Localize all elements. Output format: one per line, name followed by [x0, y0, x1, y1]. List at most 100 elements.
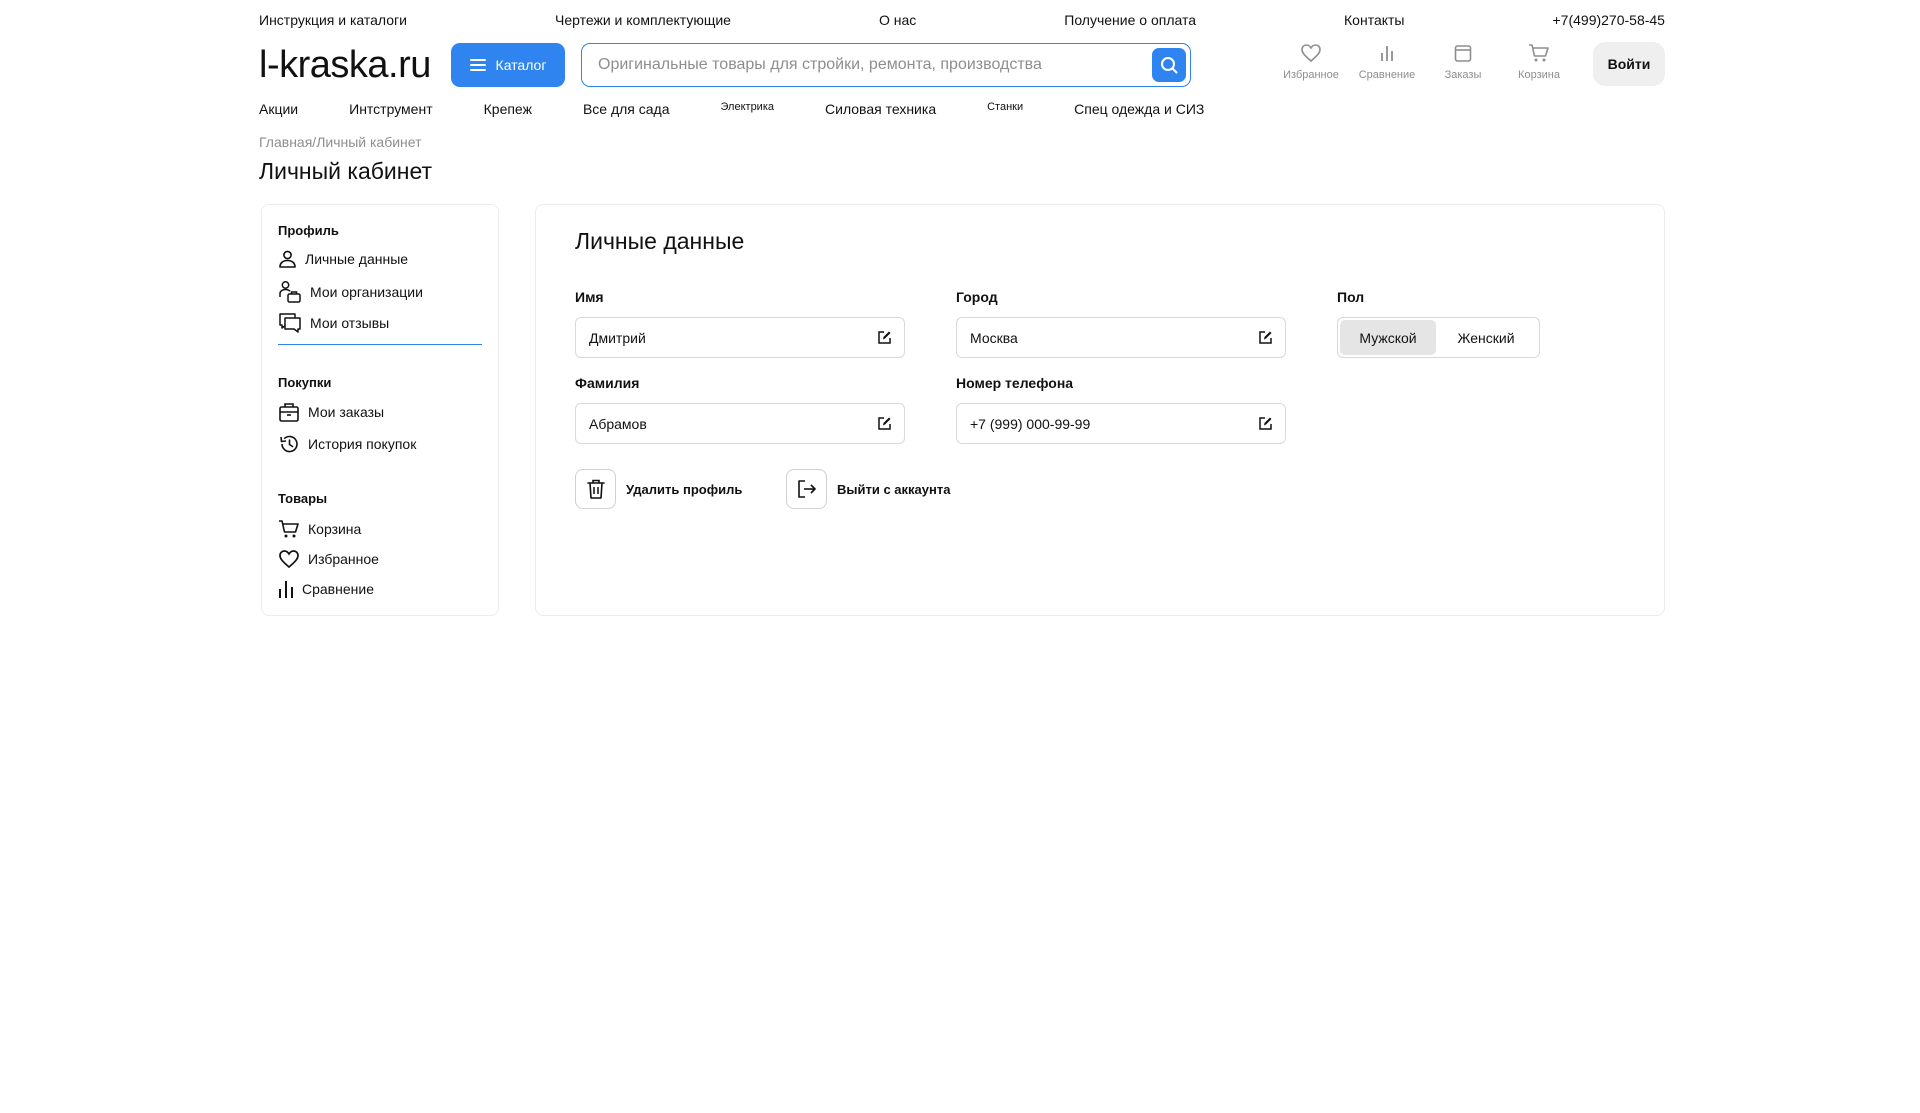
sidebar-item-label: История покупок: [308, 436, 417, 452]
sidebar-item-label: Мои организации: [310, 284, 423, 300]
compare-button[interactable]: Сравнение: [1349, 42, 1425, 81]
logout-label: Выйти с аккаунта: [837, 481, 951, 497]
site-logo[interactable]: l-kraska.ru: [259, 42, 431, 88]
breadcrumb: Главная/Личный кабинет: [259, 134, 422, 150]
category-tools[interactable]: Интструмент: [349, 101, 433, 117]
sidebar-group-purchases: Покупки: [278, 375, 332, 390]
logout-button[interactable]: Выйти с аккаунта: [786, 469, 950, 509]
search-icon: [1161, 57, 1178, 74]
sidebar-item-purchase-history[interactable]: История покупок: [278, 433, 416, 455]
menu-icon: [469, 59, 486, 71]
last-name-input[interactable]: [589, 404, 859, 443]
top-link-contacts[interactable]: Контакты: [1344, 12, 1404, 28]
first-name-label: Имя: [575, 289, 604, 305]
search-input[interactable]: [598, 44, 1138, 85]
account-sidebar: Профиль Личные данные Мои организации Мо…: [261, 204, 499, 616]
phone-field: [956, 403, 1286, 444]
top-link-delivery[interactable]: Получение о оплата: [1064, 12, 1196, 28]
login-button[interactable]: Войти: [1593, 42, 1665, 86]
delete-profile-label: Удалить профиль: [626, 481, 743, 497]
category-fasteners[interactable]: Крепеж: [484, 101, 532, 117]
category-electrics[interactable]: Электрика: [721, 101, 775, 117]
sidebar-item-label: Избранное: [308, 551, 379, 567]
first-name-field: [575, 317, 905, 358]
city-label: Город: [956, 289, 998, 305]
edit-icon[interactable]: [1258, 416, 1273, 431]
top-link-drawings[interactable]: Чертежи и комплектующие: [555, 12, 731, 28]
sidebar-group-profile: Профиль: [278, 223, 339, 238]
first-name-input[interactable]: [589, 318, 859, 357]
compare-label: Сравнение: [1358, 69, 1416, 81]
trash-icon: [586, 479, 605, 499]
chart-icon: [279, 581, 293, 598]
cart-icon: [279, 520, 299, 538]
sidebar-item-reviews[interactable]: Мои отзывы: [278, 312, 389, 334]
sidebar-divider: [278, 344, 482, 345]
logout-icon-box: [786, 469, 827, 509]
category-workwear[interactable]: Спец одежда и СИЗ: [1074, 101, 1204, 117]
sidebar-item-label: Сравнение: [302, 581, 374, 597]
sidebar-group-products: Товары: [278, 491, 328, 506]
sidebar-item-label: Мои заказы: [308, 404, 385, 420]
last-name-label: Фамилия: [575, 375, 640, 391]
sidebar-item-cart[interactable]: Корзина: [278, 519, 361, 539]
orders-button[interactable]: Заказы: [1425, 42, 1501, 81]
top-link-instructions[interactable]: Инструкция и каталоги: [259, 12, 407, 28]
sidebar-item-favorites[interactable]: Избранное: [278, 549, 379, 569]
sidebar-item-personal-data[interactable]: Личные данные: [278, 250, 408, 268]
search-box: [581, 43, 1191, 87]
organizations-icon: [279, 281, 301, 303]
category-machines[interactable]: Станки: [987, 101, 1023, 117]
bag-icon: [279, 403, 299, 422]
gender-option-male[interactable]: Мужской: [1340, 320, 1436, 355]
last-name-field: [575, 403, 905, 444]
orders-icon: [1454, 45, 1472, 62]
chart-icon: [1381, 46, 1393, 61]
page-title: Личный кабинет: [259, 158, 433, 184]
edit-icon[interactable]: [877, 416, 892, 431]
history-icon: [280, 435, 298, 453]
header: l-kraska.ru Каталог Избранное Сравнение …: [259, 42, 1665, 88]
delete-profile-button[interactable]: Удалить профиль: [575, 469, 742, 509]
sidebar-item-compare[interactable]: Сравнение: [278, 579, 374, 599]
sidebar-item-label: Мои отзывы: [310, 315, 390, 331]
sidebar-item-label: Личные данные: [305, 251, 409, 267]
orders-label: Заказы: [1444, 69, 1482, 81]
sidebar-item-organizations[interactable]: Мои организации: [278, 280, 423, 304]
sidebar-item-label: Корзина: [308, 521, 362, 537]
logout-icon: [797, 480, 816, 498]
personal-data-panel: Личные данные Имя Фамилия Город Номер те…: [535, 204, 1665, 616]
heart-icon: [279, 550, 299, 569]
favorites-label: Избранное: [1283, 69, 1339, 81]
city-input[interactable]: [970, 318, 1240, 357]
section-title: Личные данные: [575, 228, 745, 254]
category-nav: Акции Интструмент Крепеж Все для сада Эл…: [259, 101, 1204, 117]
edit-icon[interactable]: [877, 330, 892, 345]
search-button[interactable]: [1152, 48, 1186, 82]
category-promotions[interactable]: Акции: [259, 101, 298, 117]
person-icon: [279, 250, 296, 268]
breadcrumb-home[interactable]: Главная: [259, 134, 312, 150]
catalog-button-label: Каталог: [495, 57, 547, 73]
heart-icon: [1301, 44, 1321, 63]
favorites-button[interactable]: Избранное: [1273, 42, 1349, 81]
top-links-bar: Инструкция и каталоги Чертежи и комплект…: [259, 12, 1665, 28]
phone-label: Номер телефона: [956, 375, 1074, 391]
city-field: [956, 317, 1286, 358]
catalog-button[interactable]: Каталог: [451, 43, 565, 87]
category-power-equipment[interactable]: Силовая техника: [825, 101, 936, 117]
gender-option-female[interactable]: Женский: [1436, 320, 1536, 355]
category-garden[interactable]: Все для сада: [583, 101, 670, 117]
gender-toggle: Мужской Женский: [1337, 317, 1540, 358]
delete-icon-box: [575, 469, 616, 509]
edit-icon[interactable]: [1258, 330, 1273, 345]
reviews-icon: [279, 313, 301, 333]
top-phone-link[interactable]: +7(499)270-58-45: [1553, 12, 1665, 28]
phone-input[interactable]: [970, 404, 1240, 443]
sidebar-item-my-orders[interactable]: Мои заказы: [278, 401, 384, 423]
header-icons: Избранное Сравнение Заказы Корзина: [1273, 42, 1577, 81]
cart-button[interactable]: Корзина: [1501, 42, 1577, 81]
cart-icon: [1529, 44, 1549, 62]
breadcrumb-current: Личный кабинет: [316, 134, 422, 150]
top-link-about[interactable]: О нас: [879, 12, 916, 28]
